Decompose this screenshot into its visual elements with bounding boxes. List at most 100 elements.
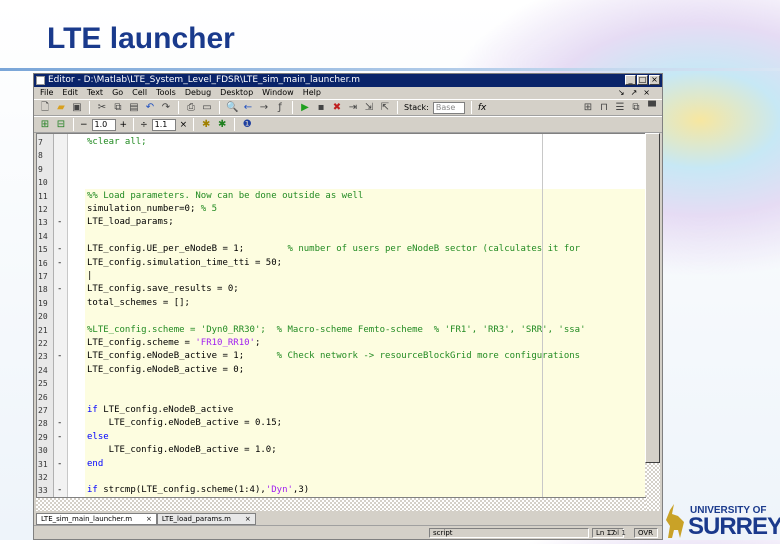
layout-rows-icon[interactable]: ☰ [614,102,626,114]
eval-cell-icon[interactable]: ⊞ [39,119,51,131]
code-line[interactable]: 29- else [37,431,645,444]
find-icon[interactable]: 🔍 [226,102,238,114]
paste-icon[interactable]: ▤ [128,102,140,114]
breakpoint-icon[interactable]: ▪ [315,102,327,114]
back-icon[interactable]: ← [242,102,254,114]
forward-icon[interactable]: → [258,102,270,114]
layout-columns-icon[interactable]: ⊓ [598,102,610,114]
code-line[interactable]: 31- end [37,458,645,471]
code-line[interactable]: 7 %clear all; [37,136,645,149]
menu-text[interactable]: Text [87,87,103,99]
value-input-1[interactable]: 1.0 [91,118,116,131]
code-line[interactable]: 9 [37,163,645,176]
run-icon[interactable]: ▶ [299,102,311,114]
code-line[interactable]: 26 [37,391,645,404]
code-line[interactable]: 13- LTE_load_params; [37,216,645,229]
code-line[interactable]: 27 if LTE_config.eNodeB_active [37,404,645,417]
show-cell-titles-icon[interactable]: ✱ [200,119,212,131]
help-icon[interactable]: ❶ [241,119,253,131]
code-line[interactable]: 32 [37,471,645,484]
scroll-thumb[interactable] [645,133,660,463]
line-number: 8 [38,151,43,161]
code-line[interactable]: 21 %LTE_config.scheme = 'Dyn0_RR30'; % Ma… [37,324,645,337]
vertical-scrollbar[interactable] [645,133,660,511]
code-line[interactable]: 14 [37,230,645,243]
horizontal-scrollbar[interactable] [36,497,646,511]
eval-advance-icon[interactable]: ⊟ [55,119,67,131]
breakpoint-marker[interactable]: - [57,283,62,296]
code-line[interactable]: 33- if strcmp(LTE_config.scheme(1:4),'Dyn… [37,484,645,497]
divide-button[interactable]: ÷ [140,120,148,130]
code-editor[interactable]: 7 %clear all; 8 9 10 11 %% Load parameters. No… [36,133,646,511]
decrement-button[interactable]: − [80,120,88,130]
menu-go[interactable]: Go [112,87,123,99]
fx-button[interactable]: fx [478,103,487,113]
value-input-2[interactable]: 1.1 [151,118,176,131]
code-line[interactable]: 28- LTE_config.eNodeB_active = 0.15; [37,417,645,430]
dock-controls[interactable]: ↘↗× [618,87,656,99]
layout-tile-icon[interactable]: ⊞ [582,102,594,114]
code-line[interactable]: 24 LTE_config.eNodeB_active = 0; [37,364,645,377]
breakpoint-marker[interactable]: - [57,243,62,256]
undo-icon[interactable]: ↶ [144,102,156,114]
tab-close-icon[interactable]: × [245,514,251,524]
menu-edit[interactable]: Edit [62,87,78,99]
breakpoint-marker[interactable]: - [57,350,62,363]
code-line[interactable]: 20 [37,310,645,323]
code-line[interactable]: 18- LTE_config.save_results = 0; [37,283,645,296]
code-line[interactable]: 10 [37,176,645,189]
code-line[interactable]: 30 LTE_config.eNodeB_active = 1.0; [37,444,645,457]
code-line[interactable]: 8 [37,149,645,162]
breakpoint-marker[interactable]: - [57,216,62,229]
open-folder-icon[interactable]: ▰ [55,102,67,114]
tab-main-launcher[interactable]: LTE_sim_main_launcher.m × [36,513,157,525]
code-line[interactable]: 16- LTE_config.simulation_time_tti = 50; [37,257,645,270]
maximize-button[interactable]: □ [637,75,648,85]
code-line[interactable]: 25 [37,377,645,390]
menu-desktop[interactable]: Desktop [220,87,253,99]
code-line[interactable]: 12 simulation_number=0; % 5 [37,203,645,216]
new-file-icon[interactable]: 🗋 [39,102,51,114]
code-line[interactable]: 17 | [37,270,645,283]
code-line[interactable]: 15- LTE_config.UE_per_eNodeB = 1; % numbe… [37,243,645,256]
stack-select[interactable]: Base [432,101,465,114]
menu-window[interactable]: Window [262,87,294,99]
menu-debug[interactable]: Debug [185,87,211,99]
cut-icon[interactable]: ✂ [96,102,108,114]
redo-icon[interactable]: ↷ [160,102,172,114]
code-text: total_schemes = []; [87,297,190,310]
menu-cell[interactable]: Cell [132,87,147,99]
step-icon[interactable]: ⇥ [347,102,359,114]
menu-file[interactable]: File [40,87,53,99]
breakpoint-marker[interactable]: - [57,257,62,270]
layout-max-icon[interactable]: ▀ [646,102,658,114]
breakpoint-marker[interactable]: - [57,431,62,444]
close-button[interactable]: × [649,75,660,85]
code-line[interactable]: 23- LTE_config.eNodeB_active = 1; % Check… [37,350,645,363]
layout-float-icon[interactable]: ⧉ [630,102,642,114]
clear-breakpoints-icon[interactable]: ✖ [331,102,343,114]
menu-help[interactable]: Help [303,87,321,99]
breakpoint-marker[interactable]: - [57,458,62,471]
print-icon[interactable]: ⎙ [185,102,197,114]
function-browser-icon[interactable]: ƒ [274,102,286,114]
code-text: LTE_config.eNodeB_active = 1.0; [87,444,277,457]
increment-button[interactable]: + [120,120,128,130]
code-line[interactable]: 11 %% Load parameters. Now can be done ou… [37,190,645,203]
step-out-icon[interactable]: ⇱ [379,102,391,114]
multiply-button[interactable]: × [180,120,188,130]
line-number: 19 [38,298,48,308]
breakpoint-marker[interactable]: - [57,484,62,497]
hide-cell-titles-icon[interactable]: ✱ [216,119,228,131]
save-icon[interactable]: ▣ [71,102,83,114]
breakpoint-marker[interactable]: - [57,417,62,430]
tab-load-params[interactable]: LTE_load_params.m × [156,513,256,525]
tab-close-icon[interactable]: × [146,514,152,524]
step-in-icon[interactable]: ⇲ [363,102,375,114]
menu-tools[interactable]: Tools [156,87,176,99]
copy-icon[interactable]: ⧉ [112,102,124,114]
code-line[interactable]: 19 total_schemes = []; [37,297,645,310]
format-icon[interactable]: ▭ [201,102,213,114]
minimize-button[interactable]: _ [625,75,636,85]
code-line[interactable]: 22 LTE_config.scheme = 'FR10_RR10'; [37,337,645,350]
